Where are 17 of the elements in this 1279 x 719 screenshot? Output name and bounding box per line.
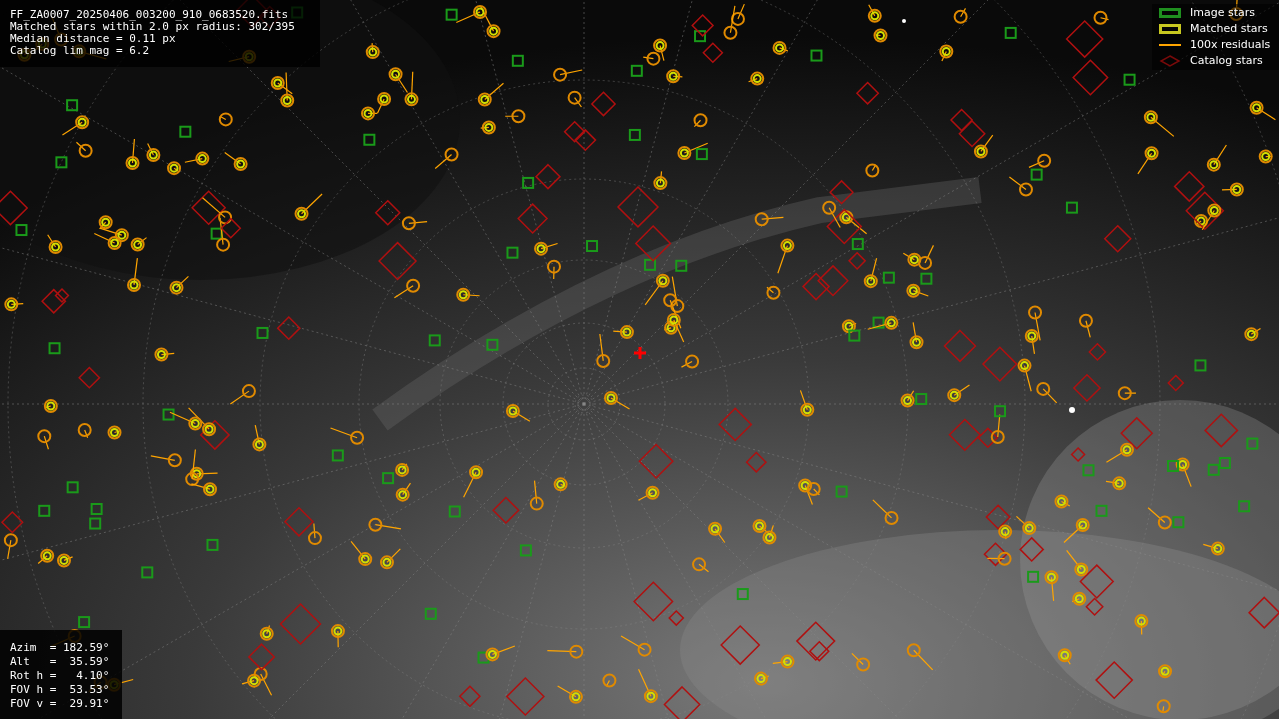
- pointing-text: Alt = 35.59°: [10, 655, 111, 669]
- image-star-symbol-icon: [1159, 8, 1181, 18]
- info-text: FF_ZA0007_20250406_003200_910_0683520.fits: [10, 9, 290, 21]
- catalog-star-symbol-icon: [1159, 55, 1181, 67]
- legend-label: Matched stars: [1190, 22, 1268, 36]
- info-text: Catalog lim mag = 6.2: [10, 45, 151, 57]
- pointing-text: FOV v = 29.91°: [10, 697, 111, 711]
- residual-line-icon: [1159, 44, 1181, 46]
- info-text: Matched stars within 2.0 px radius: 302/395: [10, 21, 296, 33]
- legend-label: Image stars: [1190, 6, 1255, 20]
- legend-label: Catalog stars: [1190, 54, 1263, 68]
- pointing-text: Azim = 182.59°: [10, 641, 111, 655]
- info-text: Median distance = 0.11 px: [10, 33, 177, 45]
- matched-star-symbol-icon: [1159, 24, 1181, 34]
- legend-label: 100x residuals: [1190, 38, 1271, 52]
- pointing-text: FOV h = 53.53°: [10, 683, 111, 697]
- pointing-text: Rot h = 4.10°: [10, 669, 111, 683]
